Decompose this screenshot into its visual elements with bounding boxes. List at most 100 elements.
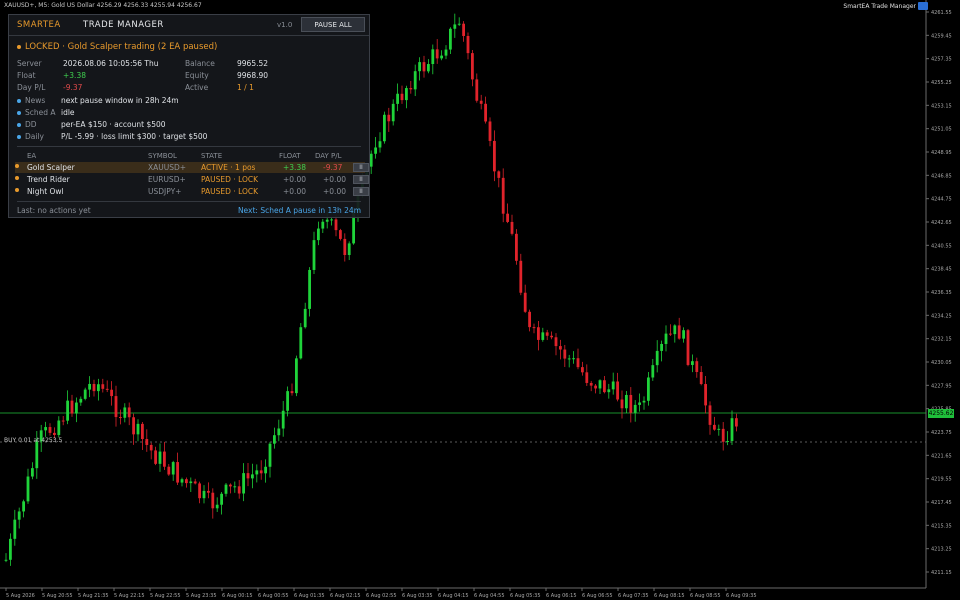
pause-ea-button[interactable]: II xyxy=(353,163,369,172)
candle-body xyxy=(620,399,624,409)
sched-row: Sched A idle xyxy=(17,108,75,117)
daily-dot-icon xyxy=(17,135,21,139)
candle-body xyxy=(154,450,157,464)
candle-body xyxy=(669,333,672,335)
candle-body xyxy=(26,476,30,502)
pause-all-button[interactable]: PAUSE ALL xyxy=(301,17,365,32)
price-tick-label: 4234.25 xyxy=(931,313,952,319)
candle-body xyxy=(13,519,17,539)
candle-body xyxy=(17,511,21,520)
ea-symbol: XAUUSD+ xyxy=(148,163,187,172)
candle-body xyxy=(255,470,259,475)
candle-body xyxy=(598,380,602,389)
candle-body xyxy=(75,402,78,414)
trade-manager-panel: SMARTEA TRADE MANAGER v1.0 PAUSE ALL LOC… xyxy=(8,14,370,218)
pause-ea-button[interactable]: II xyxy=(353,175,369,184)
price-tick-label: 4211.15 xyxy=(931,570,952,576)
candle-body xyxy=(119,417,122,419)
price-tick-label: 4248.95 xyxy=(931,150,952,156)
candle-body xyxy=(532,327,536,329)
dd-row: DD per-EA $150 · account $500 xyxy=(17,120,166,129)
ea-smiley-icon xyxy=(918,2,928,10)
candle-body xyxy=(110,389,113,397)
ea-row-trend-rider[interactable]: Trend Rider EURUSD+ PAUSED · LOCK +0.00 … xyxy=(15,174,369,185)
equity-label: Equity xyxy=(185,71,209,80)
candle-body xyxy=(57,420,61,435)
candle-body xyxy=(691,361,694,365)
time-tick-label: 6 Aug 08:15 xyxy=(654,593,685,599)
candle-body xyxy=(330,219,333,221)
candle-body xyxy=(383,114,386,142)
candle-body xyxy=(141,423,144,440)
ea-state: ACTIVE · 1 pos xyxy=(201,163,256,172)
candle-body xyxy=(312,240,316,270)
sched-dot-icon xyxy=(17,111,21,115)
candle-body xyxy=(523,292,527,312)
candle-body xyxy=(229,484,232,487)
time-tick-label: 6 Aug 05:35 xyxy=(510,593,541,599)
candle-body xyxy=(264,466,267,474)
candle-body xyxy=(281,410,285,429)
candle-body xyxy=(246,473,250,479)
divider xyxy=(17,201,361,202)
candle-body xyxy=(123,407,127,418)
candle-body xyxy=(457,23,461,25)
price-tick-label: 4253.15 xyxy=(931,103,952,109)
ea-state: PAUSED · LOCK xyxy=(201,187,259,196)
float-value: +3.38 xyxy=(63,71,86,80)
ea-row-night-owl[interactable]: Night Owl USDJPY+ PAUSED · LOCK +0.00 +0… xyxy=(15,186,369,197)
candle-body xyxy=(550,335,553,338)
candle-body xyxy=(475,79,479,101)
ea-row-gold-scalper[interactable]: Gold Scalper XAUUSD+ ACTIVE · 1 pos +3.3… xyxy=(15,162,369,173)
price-tick-label: 4219.55 xyxy=(931,477,952,483)
candle-body xyxy=(435,49,439,59)
candle-body xyxy=(594,385,597,389)
time-tick-label: 5 Aug 21:35 xyxy=(78,593,109,599)
candle-body xyxy=(369,153,373,167)
ea-daypl: +0.00 xyxy=(323,175,346,184)
candle-body xyxy=(501,177,505,214)
col-float: FLOAT xyxy=(279,152,301,160)
time-tick-label: 6 Aug 01:35 xyxy=(294,593,325,599)
candle-body xyxy=(581,367,584,373)
ea-dot-icon xyxy=(15,176,19,180)
time-tick-label: 6 Aug 04:55 xyxy=(474,593,505,599)
candle-body xyxy=(66,400,69,421)
candle-body xyxy=(22,501,25,512)
candle-body xyxy=(53,432,56,435)
price-tick-label: 4255.25 xyxy=(931,80,952,86)
candle-body xyxy=(132,417,135,435)
ea-float: +0.00 xyxy=(283,175,306,184)
candle-body xyxy=(611,381,615,390)
active-row: Active 1 / 1 xyxy=(185,83,254,92)
candle-body xyxy=(176,462,179,483)
server-row: Server 2026.08.06 10:05:56 Thu xyxy=(17,59,158,68)
candle-body xyxy=(303,308,307,328)
candle-body xyxy=(88,383,91,390)
next-action: Next: Sched A pause in 13h 24m xyxy=(237,206,361,215)
candle-body xyxy=(655,350,659,366)
candle-body xyxy=(202,490,206,499)
candle-body xyxy=(633,404,637,413)
candle-body xyxy=(295,358,298,394)
active-value: 1 / 1 xyxy=(237,83,254,92)
news-dot-icon xyxy=(17,99,21,103)
candle-body xyxy=(603,380,606,393)
balance-row: Balance 9965.52 xyxy=(185,59,268,68)
candle-body xyxy=(325,219,329,222)
pause-ea-button[interactable]: II xyxy=(353,187,369,196)
price-tick-label: 4227.95 xyxy=(931,383,952,389)
candle-body xyxy=(193,481,197,484)
ea-daypl: +0.00 xyxy=(323,187,346,196)
time-tick-label: 6 Aug 06:55 xyxy=(582,593,613,599)
candle-body xyxy=(572,358,575,360)
candle-body xyxy=(378,141,382,148)
candle-body xyxy=(735,418,738,427)
candle-body xyxy=(647,377,650,401)
news-label: News xyxy=(25,96,46,105)
candle-body xyxy=(638,402,641,405)
candle-body xyxy=(299,327,303,359)
candle-body xyxy=(537,327,540,340)
candle-body xyxy=(418,62,421,72)
brand-label: SMARTEA xyxy=(17,20,61,30)
